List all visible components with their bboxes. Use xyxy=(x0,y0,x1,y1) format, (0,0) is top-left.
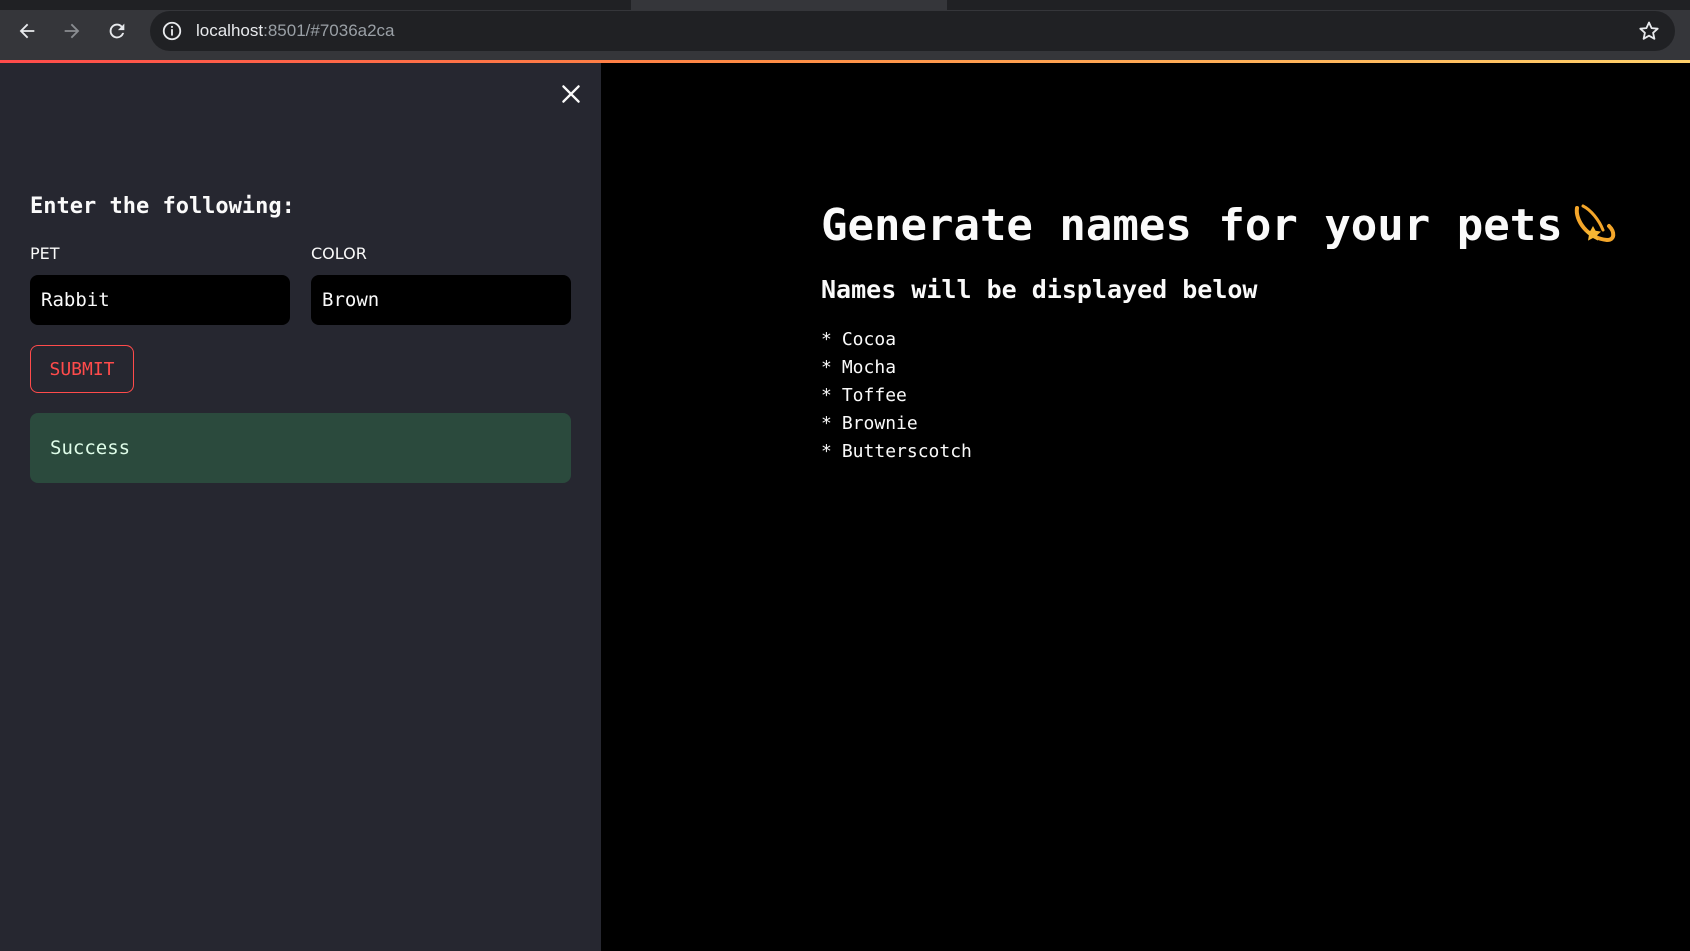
list-item: * Cocoa xyxy=(821,326,972,354)
browser-toolbar: localhost:8501/#7036a2ca xyxy=(0,0,1690,60)
address-bar[interactable]: localhost:8501/#7036a2ca xyxy=(150,11,1675,51)
success-alert: Success xyxy=(30,413,571,483)
reload-button[interactable] xyxy=(100,14,134,48)
name-text: Cocoa xyxy=(841,329,897,350)
pet-label: PET xyxy=(30,244,60,263)
name-text: Toffee xyxy=(841,385,907,406)
success-message: Success xyxy=(50,437,131,459)
forward-button[interactable] xyxy=(55,14,89,48)
pet-input[interactable] xyxy=(30,275,290,325)
list-item: * Mocha xyxy=(821,354,972,382)
bullet: * xyxy=(821,413,832,434)
bullet: * xyxy=(821,385,832,406)
arrow-left-icon xyxy=(19,23,35,39)
url-text[interactable]: localhost:8501/#7036a2ca xyxy=(196,20,395,42)
sidebar: Enter the following: PET COLOR SUBMIT Su… xyxy=(0,63,601,951)
page-subtitle: Names will be displayed below xyxy=(821,275,1258,304)
color-input[interactable] xyxy=(311,275,571,325)
dizzy-star-icon xyxy=(1574,204,1615,243)
bullet: * xyxy=(821,329,832,350)
main-content: Generate names for your pets Names will … xyxy=(601,63,1690,951)
submit-button[interactable]: SUBMIT xyxy=(30,345,134,393)
page-title: Generate names for your pets xyxy=(821,198,1617,254)
sidebar-heading: Enter the following: xyxy=(30,194,295,219)
name-text: Butterscotch xyxy=(841,441,972,462)
star-icon[interactable] xyxy=(1637,19,1661,43)
names-list: * Cocoa * Mocha * Toffee * Brownie * Buttersc… xyxy=(821,326,972,466)
name-text: Mocha xyxy=(841,357,897,378)
page-title-text: Generate names for your pets xyxy=(821,200,1563,251)
bullet: * xyxy=(821,357,832,378)
name-text: Brownie xyxy=(841,413,918,434)
bullet: * xyxy=(821,441,832,462)
url-path: :8501/#7036a2ca xyxy=(263,21,395,40)
info-icon[interactable] xyxy=(161,20,183,42)
list-item: * Toffee xyxy=(821,382,972,410)
back-button[interactable] xyxy=(10,14,44,48)
list-item: * Brownie xyxy=(821,410,972,438)
active-tab-edge[interactable] xyxy=(631,0,947,10)
arrow-right-icon xyxy=(64,23,80,39)
url-host: localhost xyxy=(196,21,264,40)
close-icon[interactable] xyxy=(558,81,584,107)
reload-icon xyxy=(109,23,125,39)
color-label: COLOR xyxy=(311,244,367,263)
list-item: * Butterscotch xyxy=(821,438,972,466)
